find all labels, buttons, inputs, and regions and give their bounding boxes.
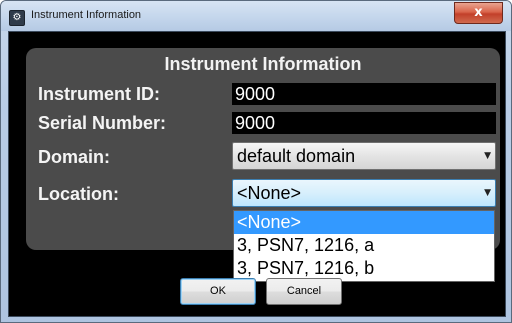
window-title: Instrument Information (31, 9, 142, 21)
chevron-down-icon: ▼ (484, 188, 491, 198)
location-option[interactable]: <None> (234, 211, 494, 234)
instrument-id-label: Instrument ID: (38, 84, 161, 104)
domain-select-value: default domain (237, 146, 356, 166)
location-select[interactable]: <None> ▼ (232, 179, 496, 207)
location-dropdown-list: <None> 3, PSN7, 1216, a 3, PSN7, 1216, b (233, 210, 495, 282)
domain-select[interactable]: default domain ▼ (232, 142, 496, 170)
location-label: Location: (38, 184, 119, 204)
location-option[interactable]: 3, PSN7, 1216, a (234, 234, 494, 257)
chevron-down-icon: ▼ (484, 151, 491, 161)
gear-icon[interactable]: ⚙ (9, 10, 25, 26)
domain-label: Domain: (38, 147, 110, 167)
title-bar[interactable]: ⚙ Instrument Information x (1, 1, 511, 31)
ok-button[interactable]: OK (180, 278, 256, 305)
location-option[interactable]: 3, PSN7, 1216, b (234, 257, 494, 280)
instrument-id-field[interactable]: 9000 (232, 83, 496, 105)
location-select-value: <None> (237, 183, 302, 203)
panel-title: Instrument Information (164, 54, 362, 74)
close-icon: x (474, 5, 483, 20)
serial-number-label: Serial Number: (38, 113, 167, 133)
dialog-window: ⚙ Instrument Information x Instrument In… (0, 0, 512, 323)
serial-number-field[interactable]: 9000 (232, 112, 496, 134)
close-button[interactable]: x (454, 2, 503, 24)
cancel-button[interactable]: Cancel (266, 278, 342, 305)
